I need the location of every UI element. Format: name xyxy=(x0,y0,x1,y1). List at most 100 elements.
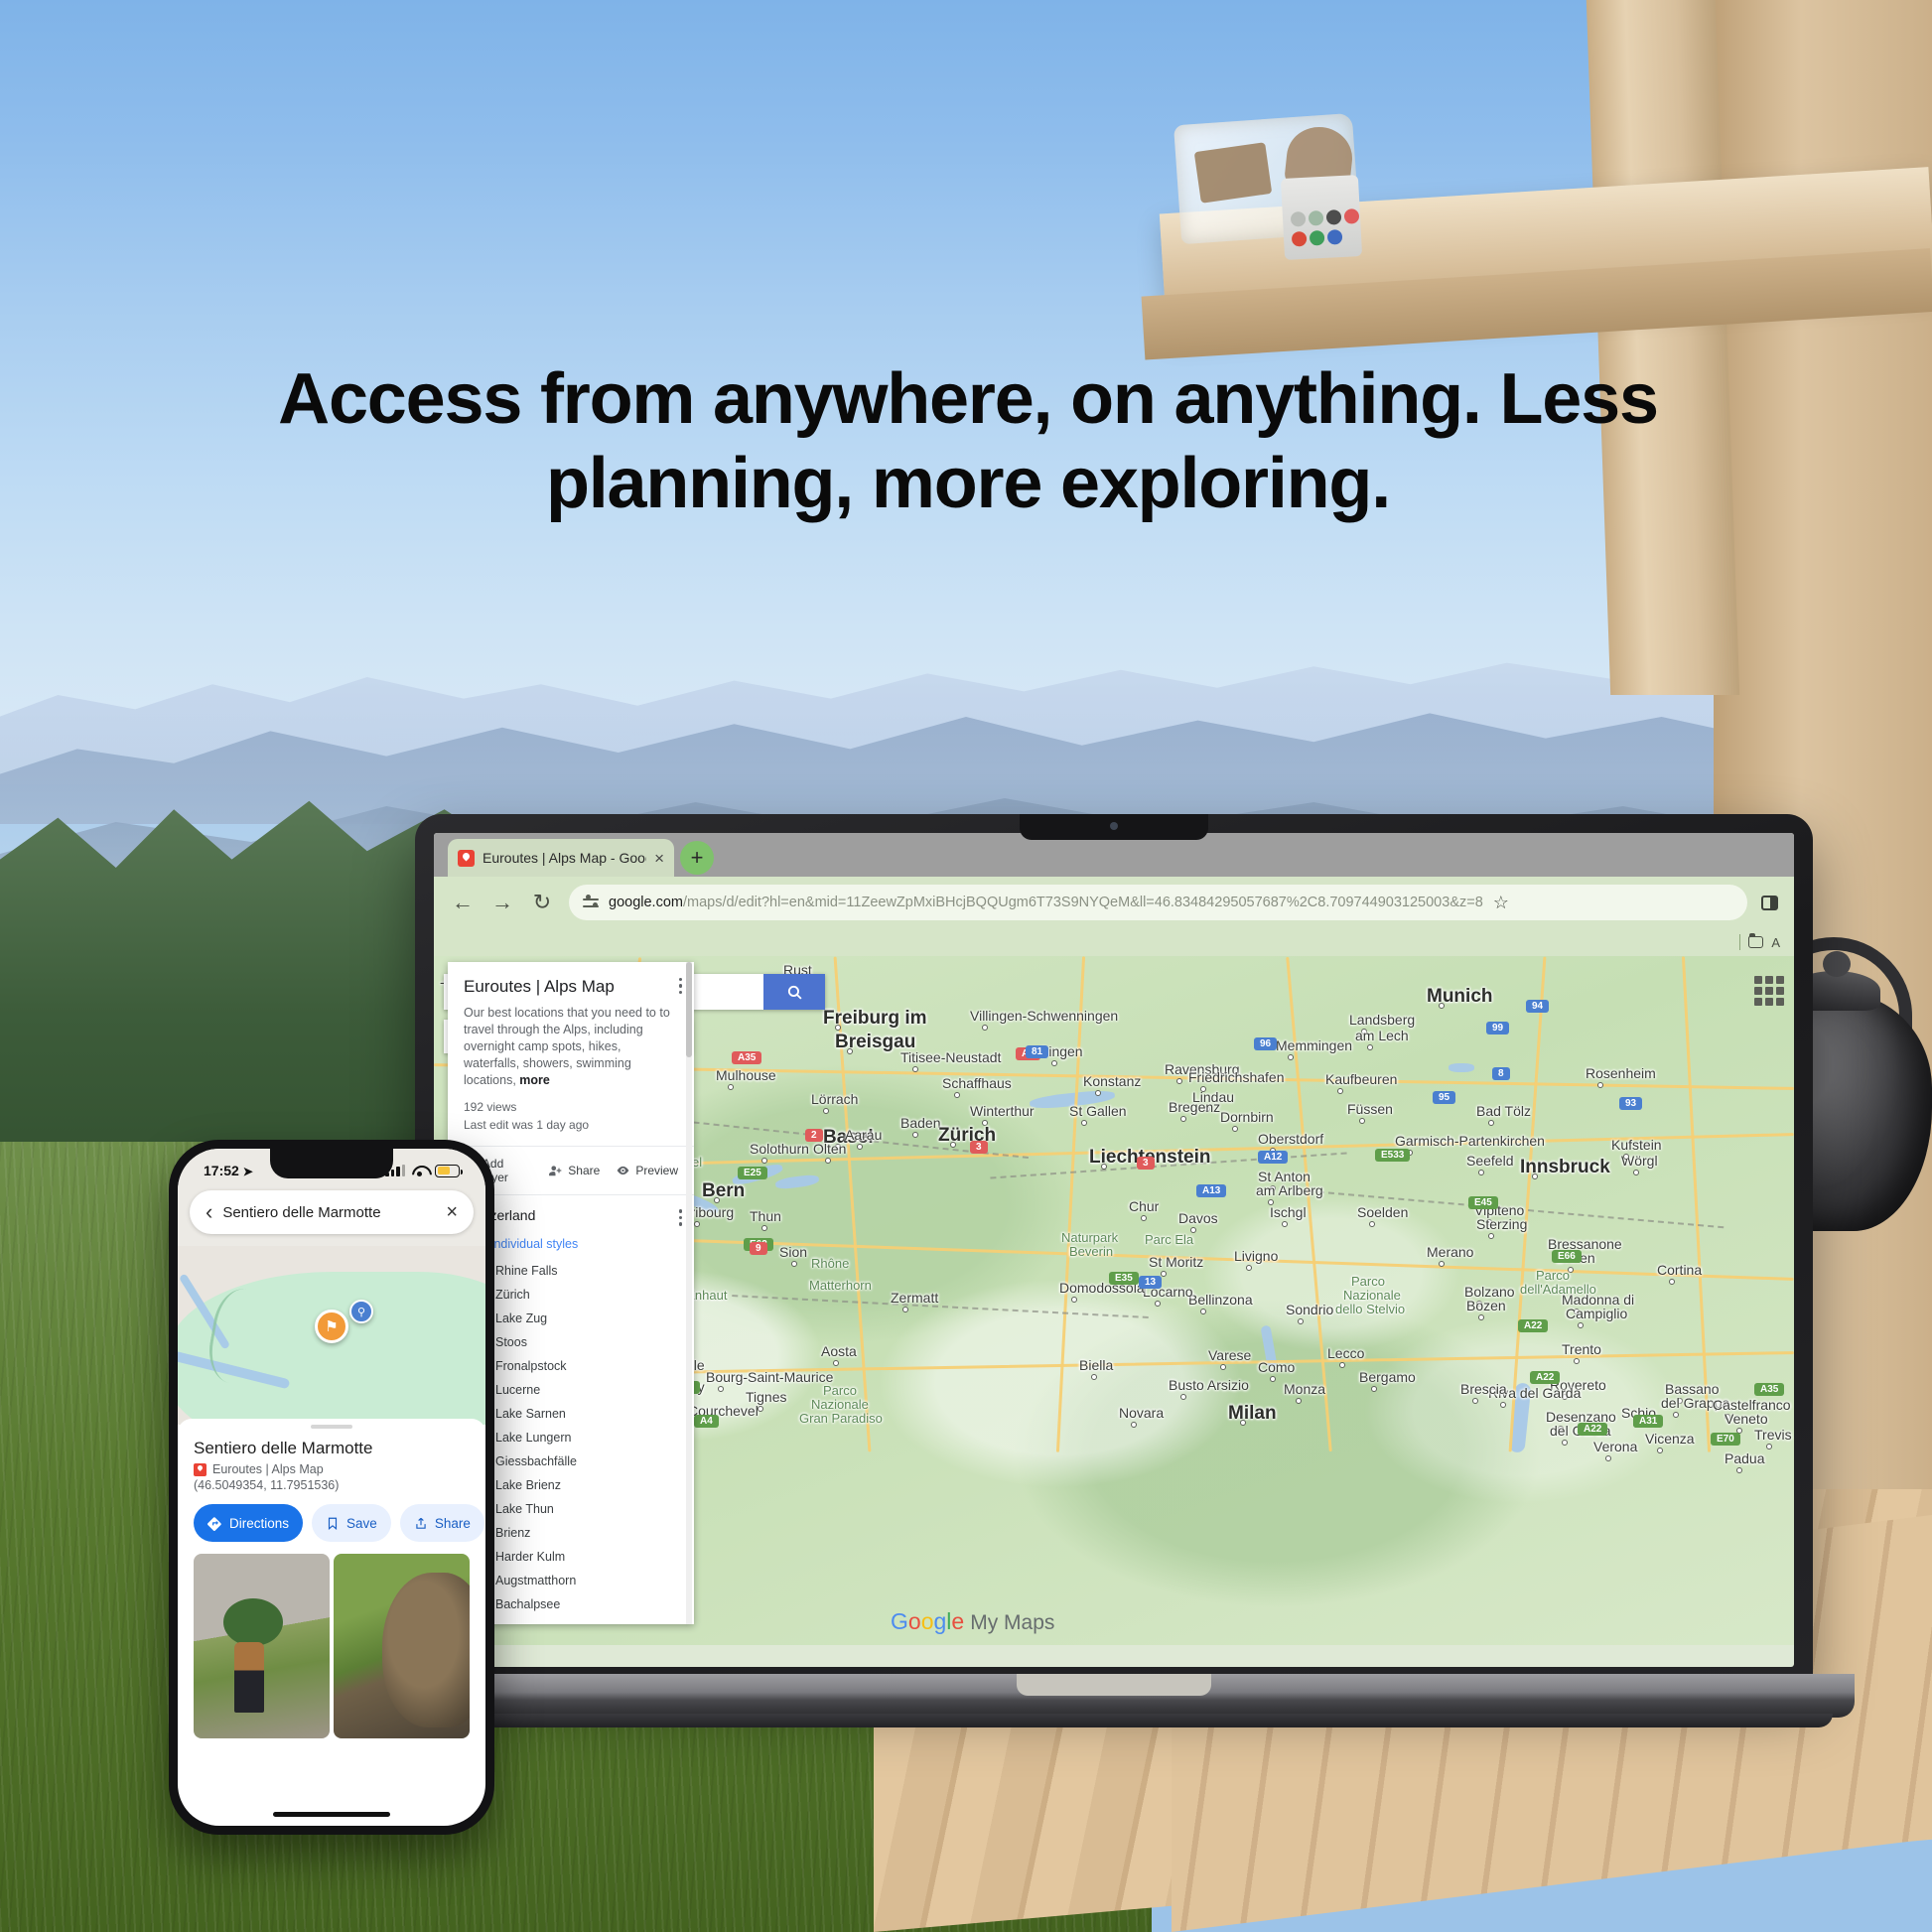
phone-notch xyxy=(270,1149,393,1178)
eye-icon xyxy=(617,1167,629,1175)
place-photo-marmot[interactable] xyxy=(334,1554,470,1738)
map-city-dot xyxy=(1478,1314,1484,1320)
map-label: Novara xyxy=(1119,1405,1165,1421)
address-bar-text: google.com/maps/d/edit?hl=en&mid=11ZeewZ… xyxy=(609,895,1483,910)
status-time-text: 17:52 xyxy=(204,1163,239,1178)
map-search-button[interactable] xyxy=(763,974,825,1010)
map-city-dot xyxy=(950,1142,956,1148)
back-icon[interactable]: ← xyxy=(450,890,476,915)
map-city-dot xyxy=(1232,1126,1238,1132)
reload-icon[interactable]: ↻ xyxy=(529,890,555,915)
road-shield: A22 xyxy=(1530,1371,1561,1384)
map-city-dot xyxy=(1439,1003,1445,1009)
road-shield: E66 xyxy=(1552,1250,1582,1263)
phone-map-selected-marker[interactable]: ⚑ xyxy=(315,1310,348,1343)
map-city-dot xyxy=(1141,1215,1147,1221)
panel-scroll-track[interactable] xyxy=(686,962,692,1625)
map-label: Lörrach xyxy=(811,1091,859,1107)
clear-icon[interactable]: × xyxy=(446,1201,458,1224)
map-label: Veneto xyxy=(1725,1411,1768,1427)
map-label: Beverin xyxy=(1069,1244,1114,1259)
map-city-dot xyxy=(1578,1322,1584,1328)
bookmark-star-icon[interactable]: ☆ xyxy=(1493,893,1509,913)
place-list-item-label: Giessbachfälle xyxy=(495,1454,577,1469)
map-city-dot xyxy=(1095,1090,1101,1096)
forward-icon[interactable]: → xyxy=(489,890,515,915)
phone-body: 17:52 ➤ ‹ Sentiero delle Marmotte × ⚲ ⚑ … xyxy=(169,1140,494,1835)
phone-device: 17:52 ➤ ‹ Sentiero delle Marmotte × ⚲ ⚑ … xyxy=(169,1140,494,1835)
map-label: Ischgl xyxy=(1270,1204,1307,1220)
phone-search-bar[interactable]: ‹ Sentiero delle Marmotte × xyxy=(190,1190,474,1234)
browser-tab[interactable]: Euroutes | Alps Map - Google × xyxy=(448,839,674,877)
map-label: Gran Paradiso xyxy=(799,1411,883,1426)
google-wordmark: Google xyxy=(891,1608,965,1634)
map-label: Kufstein xyxy=(1611,1137,1662,1153)
save-button[interactable]: Save xyxy=(312,1504,391,1542)
url-path: /maps/d/edit?hl=en&mid=11ZeewZpMxiBHcjBQ… xyxy=(682,895,1483,910)
map-city-dot xyxy=(1101,1164,1107,1170)
map-city-dot xyxy=(1298,1318,1304,1324)
place-list-item-label: Bachalpsee xyxy=(495,1597,561,1612)
map-city-dot xyxy=(1081,1120,1087,1126)
folder-icon[interactable] xyxy=(1748,933,1764,948)
map-overflow-menu-icon[interactable] xyxy=(678,978,682,995)
bookmark-label[interactable]: A xyxy=(1771,935,1780,950)
sheet-grab-handle[interactable] xyxy=(311,1425,352,1429)
map-label: dell'Adamello xyxy=(1520,1282,1596,1297)
place-list-item-label: Lake Sarnen xyxy=(495,1407,566,1422)
map-city-dot xyxy=(835,1025,841,1031)
map-label: Como xyxy=(1258,1359,1296,1375)
search-query-text[interactable]: Sentiero delle Marmotte xyxy=(222,1204,436,1221)
map-label: Trento xyxy=(1562,1341,1601,1357)
side-panel-icon[interactable] xyxy=(1761,895,1778,910)
map-label: Brescia xyxy=(1460,1381,1507,1397)
new-tab-button[interactable]: + xyxy=(680,841,714,875)
close-icon[interactable]: × xyxy=(654,850,664,867)
map-label: Schaffhaus xyxy=(942,1075,1012,1091)
address-bar[interactable]: google.com/maps/d/edit?hl=en&mid=11ZeewZ… xyxy=(569,885,1747,920)
panel-scrollbar-thumb[interactable] xyxy=(686,962,692,1057)
place-photo-strip[interactable] xyxy=(194,1554,470,1738)
map-label: Bern xyxy=(702,1180,746,1201)
map-label: Thun xyxy=(750,1208,781,1224)
map-city-dot xyxy=(833,1360,839,1366)
road-shield: A35 xyxy=(1754,1383,1785,1396)
site-settings-icon[interactable] xyxy=(583,895,599,910)
layer-name: Switzerland xyxy=(464,1207,536,1224)
layer-overflow-menu-icon[interactable] xyxy=(678,1209,682,1226)
map-city-dot xyxy=(1562,1440,1568,1446)
map-city-dot xyxy=(761,1158,767,1164)
map-label: Sion xyxy=(779,1244,808,1260)
map-city-dot xyxy=(1176,1078,1182,1084)
back-icon[interactable]: ‹ xyxy=(206,1199,212,1225)
map-city-dot xyxy=(847,1048,853,1054)
preview-label: Preview xyxy=(635,1164,678,1178)
map-label: Davos xyxy=(1178,1210,1218,1226)
phone-place-card: Sentiero delle Marmotte Euroutes | Alps … xyxy=(178,1419,485,1738)
map-city-dot xyxy=(1200,1309,1206,1314)
road-shield: 3 xyxy=(970,1141,988,1154)
map-label: St Moritz xyxy=(1149,1254,1204,1270)
apps-grid-icon[interactable] xyxy=(1754,976,1784,1006)
laptop-base-notch xyxy=(1017,1674,1211,1696)
directions-button[interactable]: Directions xyxy=(194,1504,304,1542)
map-description: Our best locations that you need to to t… xyxy=(464,1005,678,1088)
map-city-dot xyxy=(694,1221,700,1227)
map-city-dot xyxy=(791,1261,797,1267)
place-list-item-label: Lake Brienz xyxy=(495,1478,562,1493)
road-shield: 94 xyxy=(1526,1000,1550,1013)
place-photo-hiker[interactable] xyxy=(194,1554,330,1738)
map-city-dot xyxy=(1472,1398,1478,1404)
more-link[interactable]: more xyxy=(519,1073,550,1087)
phone-map-secondary-marker[interactable]: ⚲ xyxy=(349,1300,373,1323)
map-city-dot xyxy=(1220,1364,1226,1370)
map-city-dot xyxy=(1359,1118,1365,1124)
map-city-dot xyxy=(1371,1386,1377,1392)
map-label: Mulhouse xyxy=(716,1067,776,1083)
share-button[interactable]: Share xyxy=(548,1157,600,1184)
phone-map[interactable]: ⚲ ⚑ xyxy=(178,1246,485,1425)
share-button[interactable]: Share xyxy=(399,1504,484,1542)
map-canvas[interactable]: -sur-AubeRustMulhouseBelfortLörrachBasel… xyxy=(434,956,1794,1645)
preview-button[interactable]: Preview xyxy=(616,1157,678,1184)
map-city-dot xyxy=(1500,1402,1506,1408)
